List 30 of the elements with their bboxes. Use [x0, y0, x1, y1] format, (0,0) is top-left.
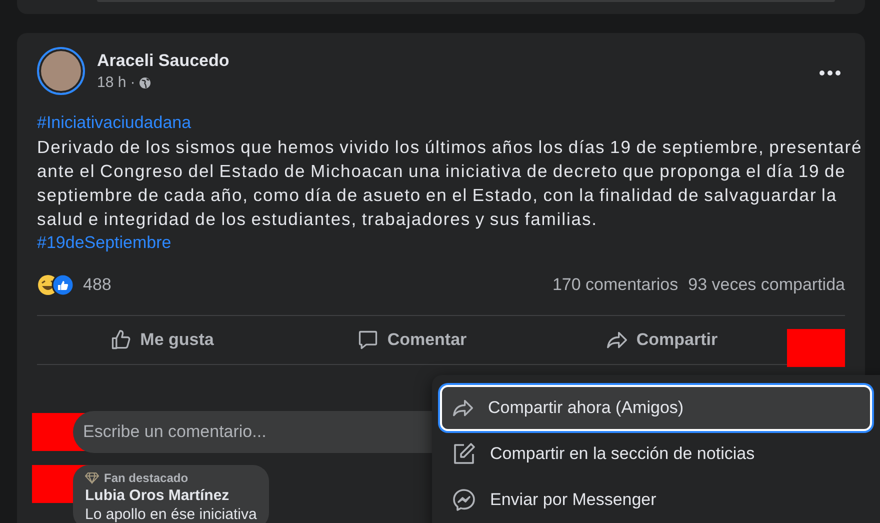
share-arrow-icon [606, 329, 628, 351]
commenter-name[interactable]: Lubia Oros Martínez [85, 487, 257, 504]
comment-button[interactable]: Comentar [287, 316, 537, 364]
separator-dot: · [130, 74, 136, 91]
shares-count[interactable]: 93 veces compartida [688, 275, 845, 295]
share-arrow-icon [452, 397, 474, 419]
messenger-icon [452, 488, 476, 512]
comment-text: Lo apollo en ése iniciativa [85, 506, 257, 523]
share-menu-item[interactable]: Enviar por Messenger [440, 477, 872, 523]
reaction-count[interactable]: 488 [83, 275, 112, 295]
author-name[interactable]: Araceli Saucedo [97, 51, 801, 71]
speech-bubble-icon [357, 329, 380, 351]
post-text: Derivado de los sismos que hemos vivido los últimos años los días 19 de septiembre, presentaré ante el Congreso del Estado de Michoacan una iniciativa de decreto que proponga el día 19 de septiembre de cada año, como día de asueto en el Estado, con la finalidad de salvaguardar la salud e integridad de los estudiantes, trabajadores y sus familias. [37, 136, 864, 231]
hashtag-link[interactable]: #Iniciativaciudadana [37, 113, 192, 132]
diamond-icon [85, 472, 99, 484]
pencil-square-icon [452, 442, 476, 466]
more-icon [819, 70, 841, 76]
like-button[interactable]: Me gusta [37, 316, 287, 364]
share-menu-item[interactable]: Compartir ahora (Amigos) [440, 385, 872, 431]
share-menu-item[interactable]: Compartir en la sección de noticias [440, 431, 872, 477]
fan-badge-label: Fan destacado [104, 471, 188, 485]
share-button[interactable]: Compartir [537, 316, 787, 364]
comments-count[interactable]: 170 comentarios [552, 275, 678, 295]
thumbs-up-icon [110, 329, 132, 351]
reaction-icons-drawing[interactable] [37, 274, 75, 296]
redaction-block [787, 329, 845, 367]
hashtag-link[interactable]: #19deSeptiembre [37, 233, 172, 252]
globe-icon [139, 76, 152, 88]
avatar[interactable] [37, 47, 85, 95]
post-time[interactable]: 18 h [97, 74, 126, 91]
